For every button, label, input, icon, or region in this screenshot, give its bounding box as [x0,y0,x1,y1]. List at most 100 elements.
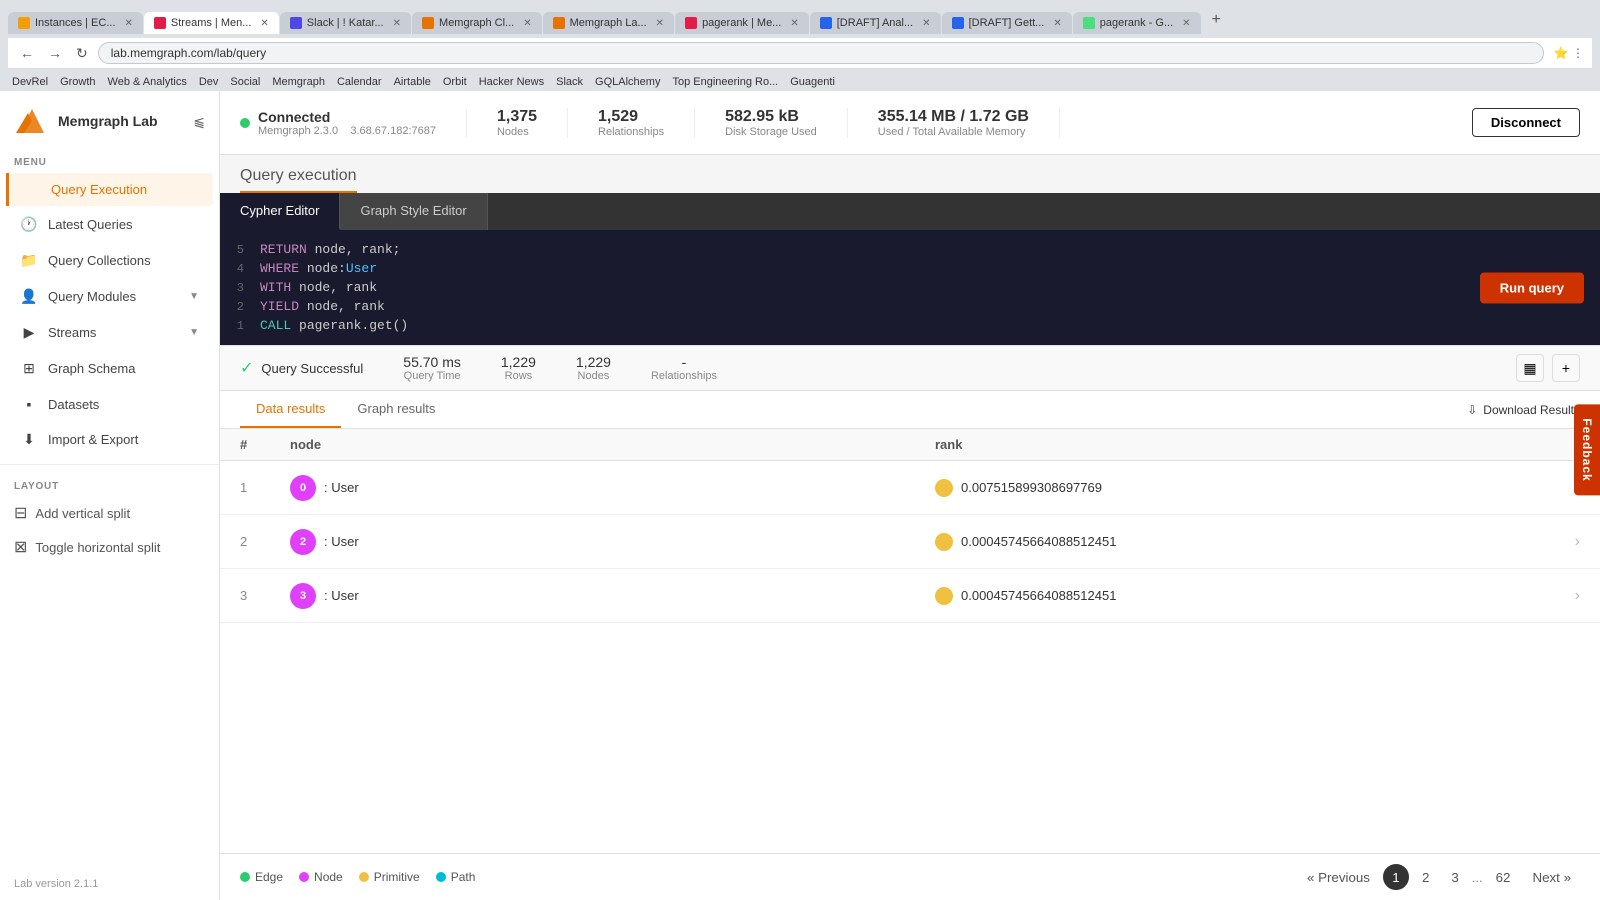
sidebar-icon-query-collections: 📁 [20,252,38,269]
line-number: 1 [220,319,260,333]
sidebar-divider [0,464,219,465]
layout-item-toggle-horizontal-split[interactable]: ⊠Toggle horizontal split [0,530,219,564]
bookmark-item[interactable]: Dev [199,76,219,88]
address-bar[interactable] [98,42,1544,64]
copy-button[interactable]: ▦ [1516,354,1544,382]
browser-tab-t5[interactable]: Memgraph La...✕ [543,12,674,34]
add-button[interactable]: + [1552,354,1580,382]
line-content: WITH node, rank [260,280,1600,295]
query-time-metric: 55.70 ms Query Time [403,354,461,382]
legend-label: Path [451,870,476,884]
rows-value: 1,229 [501,354,536,370]
prev-page-button[interactable]: « Previous [1298,866,1379,889]
bookmark-item[interactable]: Airtable [394,76,431,88]
back-button[interactable]: ← [16,43,38,63]
bookmark-item[interactable]: Web & Analytics [108,76,187,88]
sidebar-label-query-execution: Query Execution [51,182,199,197]
sidebar-label-query-collections: Query Collections [48,253,199,268]
query-time-value: 55.70 ms [403,354,461,370]
editor-tab-style[interactable]: Graph Style Editor [340,193,487,230]
node-cell: 2 : User [290,529,935,555]
sidebar-item-import-export[interactable]: ⬇Import & Export [6,422,213,457]
table-rows: 1 0 : User 0.007515899308697769 › 2 2 : … [220,461,1600,623]
legend-label: Node [314,870,343,884]
bookmark-item[interactable]: Calendar [337,76,382,88]
table-row[interactable]: 2 2 : User 0.00045745664088512451 › [220,515,1600,569]
bookmark-item[interactable]: Top Engineering Ro... [672,76,778,88]
row-arrow: › [1575,587,1580,605]
query-time-label: Query Time [404,370,461,382]
sidebar-item-datasets[interactable]: ▪Datasets [6,387,213,421]
relationships-label: Relationships [651,370,717,382]
data-tab-data-results[interactable]: Data results [240,391,341,428]
stat-relationships: 1,529Relationships [568,108,695,138]
new-tab-button[interactable]: + [1202,6,1231,34]
sidebar-item-query-modules[interactable]: 👤Query Modules▼ [6,279,213,314]
sidebar: Memgraph Lab ⫹ MENU Query Execution🕐Late… [0,91,220,900]
sidebar-header: Memgraph Lab ⫹ [0,91,219,147]
next-page-button[interactable]: Next » [1523,866,1580,889]
bookmark-item[interactable]: Orbit [443,76,467,88]
bookmark-item[interactable]: Memgraph [272,76,325,88]
browser-tab-t7[interactable]: [DRAFT] Anal...✕ [810,12,941,34]
sidebar-item-streams[interactable]: ▶Streams▼ [6,315,213,350]
browser-tab-t2[interactable]: Streams | Men...✕ [144,12,279,34]
sidebar-items: Query Execution 🕐Latest Queries 📁 Query Col… [0,172,219,458]
sidebar-item-query-execution[interactable]: Query Execution [6,173,213,206]
sidebar-item-latest-queries[interactable]: 🕐Latest Queries [6,207,213,242]
browser-nav: ← → ↻ ⭐ ⋮ [8,38,1592,69]
line-content: CALL pagerank.get() [260,318,1600,333]
page-button-2[interactable]: 2 [1413,866,1438,889]
legend-item-node: Node [299,870,343,884]
browser-tab-t1[interactable]: Instances | EC...✕ [8,12,143,34]
legend-item-path: Path [436,870,476,884]
data-tab-graph-results[interactable]: Graph results [341,391,451,428]
bookmark-item[interactable]: GQLAlchemy [595,76,660,88]
line-content: WHERE node:User [260,261,1600,276]
bookmark-item[interactable]: Hacker News [479,76,544,88]
forward-button[interactable]: → [44,43,66,63]
page-button-1[interactable]: 1 [1383,864,1409,890]
layout-item-add-vertical-split[interactable]: ⊟Add vertical split [0,496,219,530]
sidebar-icon-graph-schema: ⊞ [20,360,38,377]
reload-button[interactable]: ↻ [72,43,92,64]
bookmark-item[interactable]: Guagenti [790,76,835,88]
run-query-button[interactable]: Run query [1480,272,1584,303]
sidebar-icon-latest-queries: 🕐 [20,216,38,233]
browser-tab-t4[interactable]: Memgraph Cl...✕ [412,12,542,34]
relationships-metric: - Relationships [651,354,717,382]
table-row[interactable]: 3 3 : User 0.00045745664088512451 › [220,569,1600,623]
version-label: Lab version 2.1.1 [14,878,98,890]
sidebar-collapse-button[interactable]: ⫹ [193,113,205,130]
nodes-metric: 1,229 Nodes [576,354,611,382]
col-num: # [240,437,290,452]
connection-name: Connected [258,109,436,125]
browser-tab-t6[interactable]: pagerank | Me...✕ [675,12,809,34]
disconnect-button[interactable]: Disconnect [1472,108,1580,137]
node-badge: 3 [290,583,316,609]
sidebar-icon-streams: ▶ [20,324,38,341]
browser-tab-t3[interactable]: Slack | ! Katar...✕ [280,12,411,34]
layout-icon-add-vertical-split: ⊟ [14,503,27,523]
browser-tab-t8[interactable]: [DRAFT] Gett...✕ [942,12,1072,34]
legend-dot [240,872,250,882]
col-rank: rank [935,437,1580,452]
code-editor[interactable]: 5RETURN node, rank;4WHERE node:User3WITH… [220,230,1600,345]
sidebar-item-graph-schema[interactable]: ⊞Graph Schema [6,351,213,386]
sidebar-label-query-modules: Query Modules [48,289,179,304]
feedback-tab[interactable]: Feedback [1574,404,1600,495]
bookmark-item[interactable]: Growth [60,76,95,88]
table-row[interactable]: 1 0 : User 0.007515899308697769 › [220,461,1600,515]
download-button[interactable]: ⇩ Download Results [1467,403,1580,417]
layout-label-toggle-horizontal-split: Toggle horizontal split [35,540,160,555]
legend-dot [299,872,309,882]
page-button-3[interactable]: 3 [1442,866,1467,889]
sidebar-item-query-collections[interactable]: 📁 Query Collections [6,243,213,278]
bookmark-item[interactable]: DevRel [12,76,48,88]
page-button-62[interactable]: 62 [1487,866,1520,889]
editor-tab-cypher[interactable]: Cypher Editor [220,193,340,230]
bookmark-item[interactable]: Social [230,76,260,88]
bookmark-item[interactable]: Slack [556,76,583,88]
browser-tab-t9[interactable]: pagerank - G...✕ [1073,12,1201,34]
sidebar-label-streams: Streams [48,325,179,340]
